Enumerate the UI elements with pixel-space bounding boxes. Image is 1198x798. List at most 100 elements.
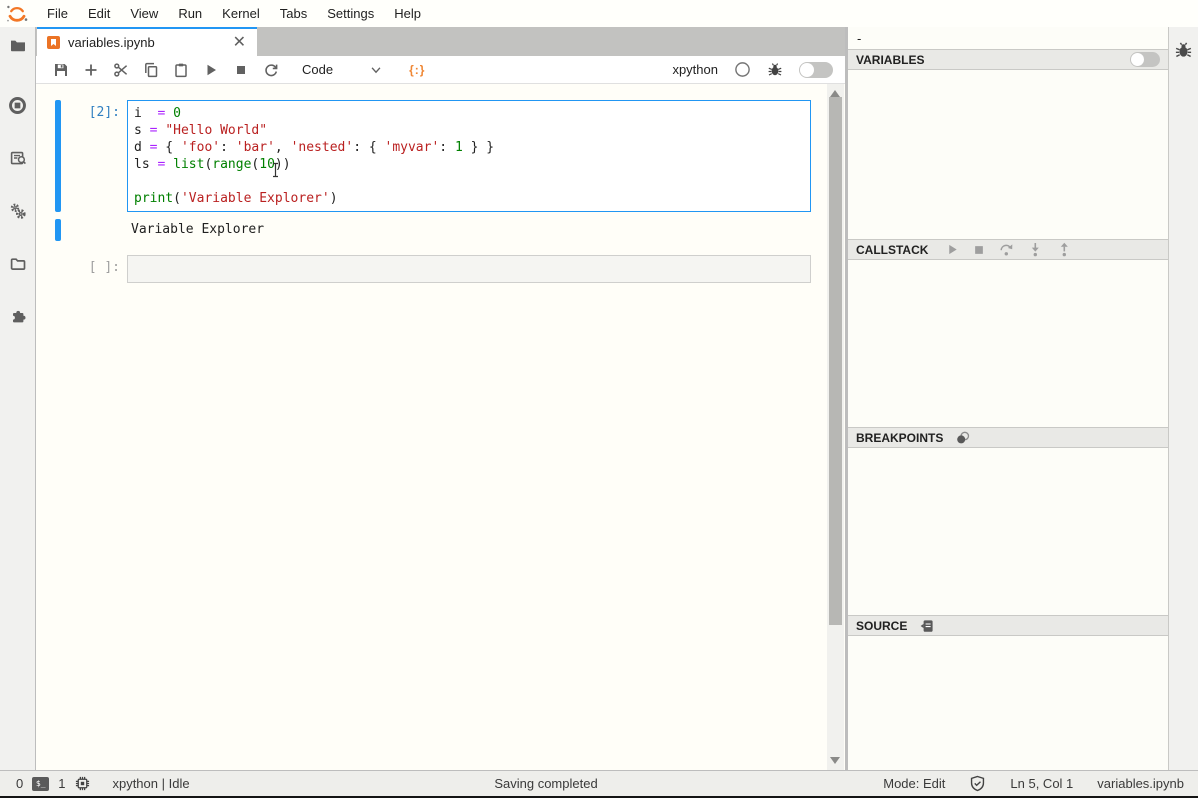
notebook-area: [2]: i = 0s = "Hello World"d = { 'foo': …	[36, 84, 845, 770]
saving-status: Saving completed	[494, 776, 597, 791]
step-out-icon	[1057, 242, 1072, 257]
cell-type-select[interactable]: Code	[302, 62, 333, 77]
stop-icon	[233, 62, 249, 78]
stop-circle-icon	[8, 96, 27, 115]
continue-icon	[946, 243, 959, 256]
interrupt-kernel-button[interactable]	[226, 58, 256, 82]
continue-button[interactable]	[946, 243, 959, 256]
insert-cell-button[interactable]	[76, 58, 106, 82]
scrollbar-thumb[interactable]	[829, 97, 842, 625]
variables-label: VARIABLES	[856, 53, 924, 67]
folder-icon	[9, 36, 27, 54]
scroll-up-arrow-icon[interactable]	[830, 90, 840, 97]
kernel-chip-icon[interactable]	[74, 775, 91, 792]
left-sidebar	[0, 27, 36, 770]
bug-icon[interactable]	[767, 62, 783, 78]
tab-title: variables.ipynb	[68, 35, 155, 50]
menu-settings[interactable]: Settings	[317, 0, 384, 27]
sidebar-item-debugger[interactable]	[1174, 41, 1193, 60]
toggle-knob	[1131, 53, 1144, 66]
empty-code-cell: [ ]:	[36, 255, 845, 283]
kernel-status-circle-icon[interactable]	[734, 61, 751, 78]
step-over-icon	[999, 242, 1014, 257]
mode-indicator[interactable]: Mode: Edit	[883, 776, 945, 791]
copy-cell-button[interactable]	[136, 58, 166, 82]
menu-edit[interactable]: Edit	[78, 0, 120, 27]
menu-run[interactable]: Run	[168, 0, 212, 27]
scissors-icon	[113, 62, 129, 78]
tab-variables-ipynb[interactable]: variables.ipynb ✕	[37, 27, 257, 56]
sidebar-item-notebook-tools[interactable]	[0, 199, 36, 223]
save-button[interactable]	[46, 58, 76, 82]
scroll-down-arrow-icon[interactable]	[830, 757, 840, 764]
debugger-toggle[interactable]	[799, 62, 833, 78]
variables-body	[848, 70, 1168, 239]
statusbar-left: 0 $_ 1 xpython | Idle	[16, 771, 190, 796]
gears-icon	[9, 202, 27, 220]
run-icon	[203, 62, 219, 78]
menubar: File Edit View Run Kernel Tabs Settings …	[0, 0, 1198, 27]
cell-output-row: Variable Explorer	[36, 219, 845, 241]
source-section-header[interactable]: SOURCE	[848, 615, 1168, 636]
puzzle-icon	[9, 308, 27, 326]
folder-outline-icon	[9, 255, 27, 273]
breakpoints-section-header[interactable]: BREAKPOINTS	[848, 427, 1168, 448]
callstack-section-header[interactable]: CALLSTACK	[848, 239, 1168, 260]
code-format-icon[interactable]: {:}	[409, 63, 425, 77]
tab-bar: variables.ipynb ✕	[36, 27, 845, 56]
restart-icon	[263, 62, 279, 78]
terminate-button[interactable]	[973, 244, 985, 256]
statusbar-filename: variables.ipynb	[1097, 776, 1184, 791]
open-source-icon	[919, 618, 935, 634]
terminals-count[interactable]: 0	[16, 776, 23, 791]
sidebar-item-file-browser[interactable]	[0, 33, 36, 57]
close-icon[interactable]: ✕	[230, 35, 249, 51]
breakpoints-label: BREAKPOINTS	[856, 431, 943, 445]
right-sidebar	[1168, 27, 1198, 770]
variables-view-toggle[interactable]	[1130, 52, 1160, 67]
restart-kernel-button[interactable]	[256, 58, 286, 82]
notebook-scrollbar[interactable]	[827, 84, 844, 770]
close-all-breakpoints-icon	[955, 430, 971, 446]
notebook-icon	[46, 35, 61, 50]
menu-file[interactable]: File	[37, 0, 78, 27]
breakpoints-body	[848, 448, 1168, 615]
cell-editor-empty[interactable]	[127, 255, 811, 283]
step-out-button[interactable]	[1057, 242, 1072, 257]
statusbar-right: Mode: Edit Ln 5, Col 1 variables.ipynb	[883, 771, 1184, 796]
shield-check-icon[interactable]	[969, 775, 986, 792]
paste-cell-button[interactable]	[166, 58, 196, 82]
sidebar-item-open-tabs[interactable]	[0, 252, 36, 276]
menu-kernel[interactable]: Kernel	[212, 0, 270, 27]
callstack-body	[848, 260, 1168, 427]
sidebar-item-running-kernels[interactable]	[0, 93, 36, 117]
cursor-position[interactable]: Ln 5, Col 1	[1010, 776, 1073, 791]
terminal-icon[interactable]: $_	[32, 777, 49, 791]
output-prompt	[61, 219, 127, 241]
step-over-button[interactable]	[999, 242, 1014, 257]
source-body	[848, 636, 1168, 770]
execution-prompt: [2]:	[61, 100, 127, 212]
sidebar-item-property-inspector[interactable]	[0, 146, 36, 170]
menu-tabs[interactable]: Tabs	[270, 0, 317, 27]
close-all-breakpoints-button[interactable]	[955, 430, 971, 446]
cell-editor[interactable]: i = 0s = "Hello World"d = { 'foo': 'bar'…	[127, 100, 811, 212]
menu-view[interactable]: View	[120, 0, 168, 27]
cell-output-text: Variable Explorer	[127, 219, 264, 241]
variables-section-header[interactable]: VARIABLES	[848, 49, 1168, 70]
execution-prompt-empty: [ ]:	[61, 255, 127, 283]
open-source-button[interactable]	[919, 618, 935, 634]
chevron-down-icon[interactable]	[369, 63, 383, 77]
run-cell-button[interactable]	[196, 58, 226, 82]
menu-help[interactable]: Help	[384, 0, 431, 27]
sidebar-item-extension-manager[interactable]	[0, 305, 36, 329]
bug-icon	[1174, 41, 1193, 60]
kernel-name[interactable]: xpython	[672, 62, 718, 77]
step-in-icon	[1028, 242, 1043, 257]
step-in-button[interactable]	[1028, 242, 1043, 257]
cut-cell-button[interactable]	[106, 58, 136, 82]
kernels-count[interactable]: 1	[58, 776, 65, 791]
debugger-panel-title: -	[848, 27, 1168, 49]
plus-icon	[83, 62, 99, 78]
kernel-status-text[interactable]: xpython | Idle	[112, 776, 189, 791]
